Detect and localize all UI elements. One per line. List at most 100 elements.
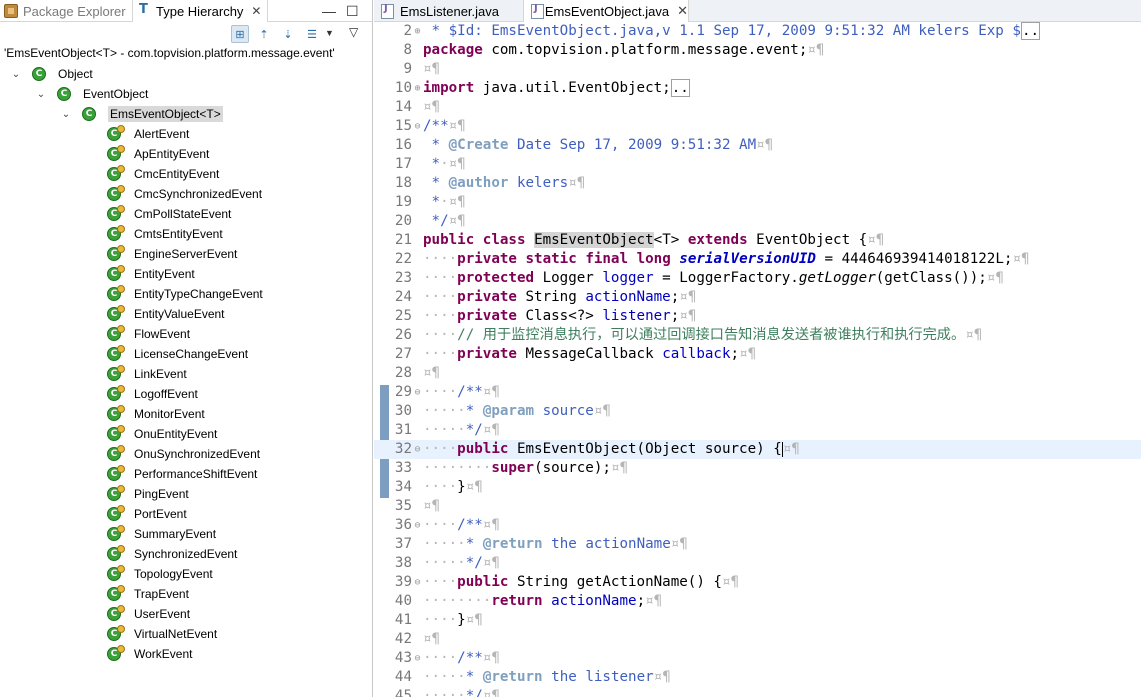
tree-node[interactable]: C PingEvent xyxy=(107,484,189,504)
close-icon[interactable]: ✕ xyxy=(677,3,688,19)
code-line[interactable]: 14 ¤¶ xyxy=(374,98,1141,117)
code-line[interactable]: 18 * @author kelers¤¶ xyxy=(374,174,1141,193)
tree-node[interactable]: C EntityEvent xyxy=(107,264,195,284)
code-line[interactable]: 40 ········return actionName;¤¶ xyxy=(374,592,1141,611)
tree-node[interactable]: ⌄ C Object xyxy=(10,64,93,84)
tree-node[interactable]: C EntityTypeChangeEvent xyxy=(107,284,263,304)
code-line[interactable]: 25 ····private Class<?> listener;¤¶ xyxy=(374,307,1141,326)
code-area[interactable]: 2 ⊕ * $Id: EmsEventObject.java,v 1.1 Sep … xyxy=(374,22,1141,697)
code-line[interactable]: 22 ····private static final long serialVe… xyxy=(374,250,1141,269)
code-line[interactable]: 8 package com.topvision.platform.message.… xyxy=(374,41,1141,60)
line-number: 37 xyxy=(394,536,412,552)
code-line[interactable]: 35 ¤¶ xyxy=(374,497,1141,516)
tree-node[interactable]: C LinkEvent xyxy=(107,364,187,384)
code-line[interactable]: 44 ·····* @return the listener¤¶ xyxy=(374,668,1141,687)
code-line[interactable]: 27 ····private MessageCallback callback;¤… xyxy=(374,345,1141,364)
tree-node[interactable]: C EngineServerEvent xyxy=(107,244,237,264)
code-line[interactable]: 41 ····}¤¶ xyxy=(374,611,1141,630)
tree-node[interactable]: ⌄ C EventObject xyxy=(35,84,148,104)
class-icon: C xyxy=(107,385,125,401)
tree-node[interactable]: C CmcSynchronizedEvent xyxy=(107,184,262,204)
tree-node[interactable]: C EntityValueEvent xyxy=(107,304,225,324)
code-line[interactable]: 19 *·¤¶ xyxy=(374,193,1141,212)
code-line[interactable]: 29 ⊖ ····/**¤¶ xyxy=(374,383,1141,402)
expand-toggle-icon[interactable]: ⌄ xyxy=(60,109,72,120)
history-dropdown-icon[interactable]: ▼ xyxy=(325,28,334,38)
tree-node[interactable]: C AlertEvent xyxy=(107,124,189,144)
tree-node[interactable]: C OnuEntityEvent xyxy=(107,424,217,444)
code-line[interactable]: 39 ⊖ ····public String getActionName() {¤¶ xyxy=(374,573,1141,592)
code-line[interactable]: 36 ⊖ ····/**¤¶ xyxy=(374,516,1141,535)
tree-node[interactable]: C LicenseChangeEvent xyxy=(107,344,248,364)
tab-emseventobject[interactable]: EmsEventObject.java ✕ xyxy=(524,0,689,22)
expand-toggle-icon[interactable]: ⌄ xyxy=(35,89,47,100)
code-line[interactable]: 2 ⊕ * $Id: EmsEventObject.java,v 1.1 Sep … xyxy=(374,22,1141,41)
expand-toggle-icon[interactable]: ⌄ xyxy=(10,69,22,80)
code-line[interactable]: 33 ········super(source);¤¶ xyxy=(374,459,1141,478)
tree-node[interactable]: C SynchronizedEvent xyxy=(107,544,237,564)
maximize-icon[interactable]: ☐ xyxy=(346,3,359,20)
code-line[interactable]: 38 ·····*/¤¶ xyxy=(374,554,1141,573)
tree-node[interactable]: C CmtsEntityEvent xyxy=(107,224,223,244)
show-supertype-hierarchy-icon[interactable]: ⇡ xyxy=(255,25,273,43)
code-line[interactable]: 21 public class EmsEventObject<T> extends… xyxy=(374,231,1141,250)
expand-fold-icon[interactable]: ⊕ xyxy=(412,79,423,98)
code-text: ····}¤¶ xyxy=(423,479,483,495)
tab-type-hierarchy[interactable]: Type Hierarchy ✕ xyxy=(132,0,269,22)
tree-node[interactable]: C FlowEvent xyxy=(107,324,190,344)
show-type-hierarchy-icon[interactable]: ⊞ xyxy=(231,25,249,43)
tree-node[interactable]: C TrapEvent xyxy=(107,584,189,604)
expand-fold-icon[interactable]: ⊕ xyxy=(412,22,423,41)
class-icon: C xyxy=(107,445,125,461)
tree-node[interactable]: C OnuSynchronizedEvent xyxy=(107,444,260,464)
tree-node[interactable]: C SummaryEvent xyxy=(107,524,216,544)
tree-node[interactable]: C CmPollStateEvent xyxy=(107,204,231,224)
code-line[interactable]: 16 * @Create Date Sep 17, 2009 9:51:32 A… xyxy=(374,136,1141,155)
tree-node[interactable]: ⌄ C EmsEventObject<T> xyxy=(60,104,223,124)
code-text: ····// 用于监控消息执行，可以通过回调接口告知消息发送者被谁执行和执行完成… xyxy=(423,327,983,343)
code-line[interactable]: 30 ·····* @param source¤¶ xyxy=(374,402,1141,421)
collapse-fold-icon[interactable]: ⊖ xyxy=(412,649,423,668)
tree-node[interactable]: C UserEvent xyxy=(107,604,190,624)
tree-node[interactable]: C ApEntityEvent xyxy=(107,144,209,164)
tree-node[interactable]: C MonitorEvent xyxy=(107,404,205,424)
code-line[interactable]: 45 ·····*/¤¶ xyxy=(374,687,1141,697)
code-line[interactable]: 24 ····private String actionName;¤¶ xyxy=(374,288,1141,307)
code-line[interactable]: 28 ¤¶ xyxy=(374,364,1141,383)
code-line[interactable]: 9 ¤¶ xyxy=(374,60,1141,79)
class-icon: C xyxy=(107,225,125,241)
code-line[interactable]: 26 ····// 用于监控消息执行，可以通过回调接口告知消息发送者被谁执行和执行… xyxy=(374,326,1141,345)
tree-node[interactable]: C LogoffEvent xyxy=(107,384,198,404)
code-line[interactable]: 17 *·¤¶ xyxy=(374,155,1141,174)
collapse-fold-icon[interactable]: ⊖ xyxy=(412,573,423,592)
collapse-fold-icon[interactable]: ⊖ xyxy=(412,117,423,136)
tab-package-explorer[interactable]: Package Explorer xyxy=(0,0,126,22)
tree-node[interactable]: C CmcEntityEvent xyxy=(107,164,219,184)
code-text: ¤¶ xyxy=(423,631,441,647)
code-line[interactable]: 23 ····protected Logger logger = LoggerFa… xyxy=(374,269,1141,288)
previous-hierarchies-icon[interactable]: ☰ xyxy=(303,25,321,43)
code-line[interactable]: 37 ·····* @return the actionName¤¶ xyxy=(374,535,1141,554)
collapse-fold-icon[interactable]: ⊖ xyxy=(412,516,423,535)
tree-node[interactable]: C TopologyEvent xyxy=(107,564,213,584)
code-line[interactable]: 42 ¤¶ xyxy=(374,630,1141,649)
tree-node[interactable]: C WorkEvent xyxy=(107,644,192,664)
tree-node[interactable]: C VirtualNetEvent xyxy=(107,624,217,644)
code-line[interactable]: 34 ····}¤¶ xyxy=(374,478,1141,497)
minimize-icon[interactable]: — xyxy=(322,3,336,19)
collapse-fold-icon[interactable]: ⊖ xyxy=(412,440,423,459)
collapse-fold-icon[interactable]: ⊖ xyxy=(412,383,423,402)
tree-node[interactable]: C PerformanceShiftEvent xyxy=(107,464,257,484)
close-icon[interactable]: ✕ xyxy=(251,4,261,18)
class-icon: C xyxy=(107,325,125,341)
code-line[interactable]: 32 ⊖ ····public EmsEventObject(Object sour… xyxy=(374,440,1141,459)
view-menu-icon[interactable]: ▽ xyxy=(349,25,358,39)
code-line[interactable]: 10 ⊕ import java.util.EventObject;.. xyxy=(374,79,1141,98)
code-line[interactable]: 43 ⊖ ····/**¤¶ xyxy=(374,649,1141,668)
code-line[interactable]: 15 ⊖/**¤¶ xyxy=(374,117,1141,136)
show-subtype-hierarchy-icon[interactable]: ⇣ xyxy=(279,25,297,43)
code-line[interactable]: 31 ·····*/¤¶ xyxy=(374,421,1141,440)
tree-node[interactable]: C PortEvent xyxy=(107,504,187,524)
code-line[interactable]: 20 */¤¶ xyxy=(374,212,1141,231)
tab-emslistener[interactable]: EmsListener.java xyxy=(374,0,524,22)
